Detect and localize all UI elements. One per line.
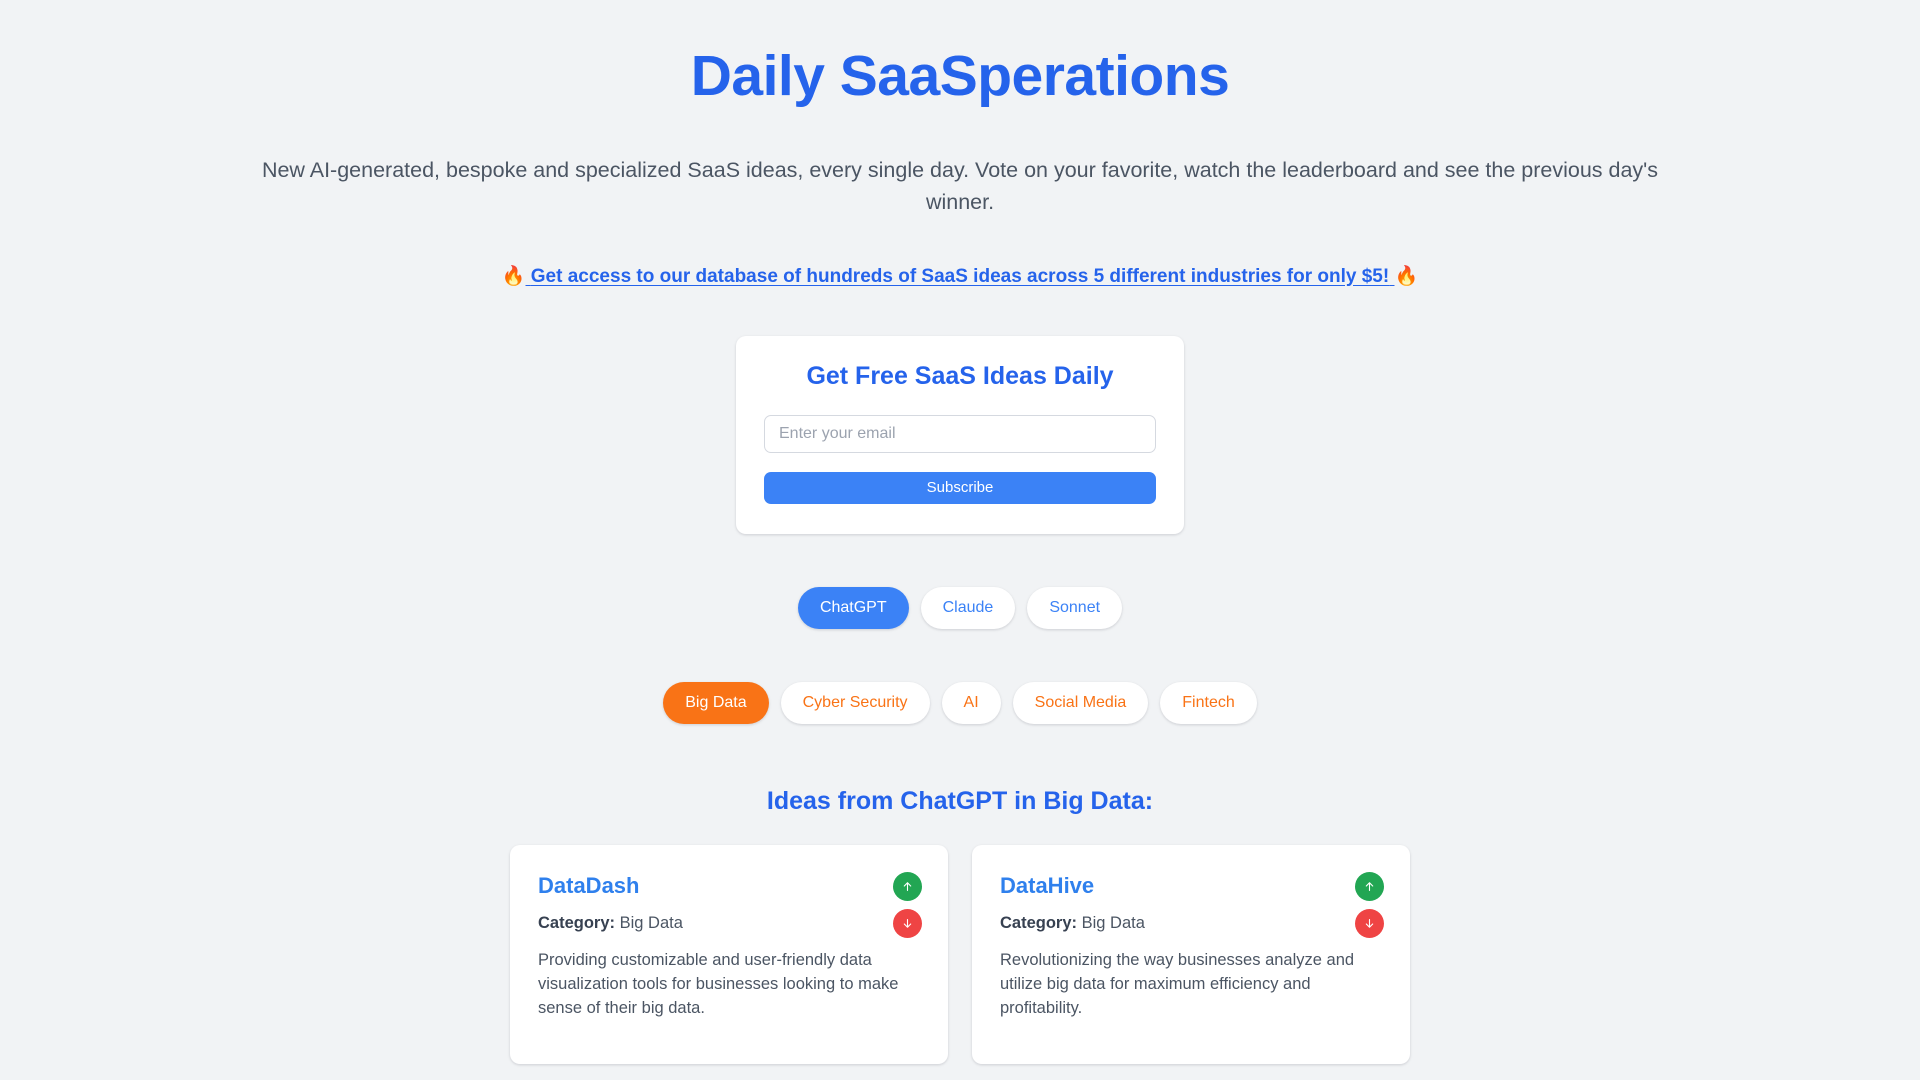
model-pill-sonnet[interactable]: Sonnet bbox=[1027, 586, 1123, 629]
ideas-grid: DataDash Category: Big Data Providing cu… bbox=[510, 844, 1410, 1064]
subscribe-title: Get Free SaaS Ideas Daily bbox=[806, 361, 1114, 390]
arrow-up-icon bbox=[901, 880, 914, 893]
model-filter-row: ChatGPT Claude Sonnet bbox=[797, 586, 1123, 629]
subscribe-card: Get Free SaaS Ideas Daily Subscribe bbox=[736, 335, 1184, 534]
model-pill-chatgpt[interactable]: ChatGPT bbox=[797, 586, 909, 629]
arrow-down-icon bbox=[1363, 917, 1376, 930]
category-pill-social-media[interactable]: Social Media bbox=[1012, 681, 1149, 724]
page-title: Daily SaaSperations bbox=[690, 44, 1230, 108]
promo-database-link[interactable]: 🔥 Get access to our database of hundreds… bbox=[502, 266, 1418, 287]
idea-category: Category: Big Data bbox=[1000, 914, 1382, 933]
idea-description: Revolutionizing the way businesses analy… bbox=[1000, 950, 1355, 1017]
fire-icon-left: 🔥 bbox=[501, 265, 526, 287]
page-subtitle: New AI-generated, bespoke and specialize… bbox=[261, 157, 1659, 214]
idea-title: DataHive bbox=[1000, 872, 1095, 898]
ideas-section-heading: Ideas from ChatGPT in Big Data: bbox=[766, 786, 1154, 815]
arrow-down-icon bbox=[901, 917, 914, 930]
model-pill-claude[interactable]: Claude bbox=[920, 586, 1016, 629]
promo-link-label: Get access to our database of hundreds o… bbox=[530, 265, 1390, 287]
idea-card: DataHive Category: Big Data Revolutioniz… bbox=[972, 844, 1410, 1064]
idea-title: DataDash bbox=[538, 872, 640, 898]
vote-controls bbox=[1355, 871, 1384, 938]
promo-banner: 🔥 Get access to our database of hundreds… bbox=[502, 264, 1418, 288]
page-root: Daily SaaSperations New AI-generated, be… bbox=[0, 0, 1920, 1080]
category-pill-ai[interactable]: AI bbox=[941, 681, 1001, 724]
idea-category-value: Big Data bbox=[619, 913, 683, 932]
downvote-button[interactable] bbox=[893, 908, 922, 938]
idea-category-label: Category: bbox=[1000, 913, 1078, 932]
vote-controls bbox=[893, 871, 922, 938]
category-pill-big-data[interactable]: Big Data bbox=[663, 681, 769, 724]
category-filter-row: Big Data Cyber Security AI Social Media … bbox=[663, 681, 1257, 724]
idea-category: Category: Big Data bbox=[538, 914, 920, 933]
idea-card: DataDash Category: Big Data Providing cu… bbox=[510, 844, 948, 1064]
arrow-up-icon bbox=[1363, 880, 1376, 893]
category-pill-fintech[interactable]: Fintech bbox=[1160, 681, 1257, 724]
subscribe-button[interactable]: Subscribe bbox=[764, 471, 1156, 504]
upvote-button[interactable] bbox=[893, 871, 922, 901]
idea-category-value: Big Data bbox=[1081, 913, 1145, 932]
email-field[interactable] bbox=[764, 414, 1156, 453]
category-pill-cyber-security[interactable]: Cyber Security bbox=[780, 681, 930, 724]
downvote-button[interactable] bbox=[1355, 908, 1384, 938]
idea-category-label: Category: bbox=[538, 913, 616, 932]
upvote-button[interactable] bbox=[1355, 871, 1384, 901]
fire-icon-right: 🔥 bbox=[1394, 265, 1419, 287]
idea-description: Providing customizable and user-friendly… bbox=[538, 950, 899, 1017]
